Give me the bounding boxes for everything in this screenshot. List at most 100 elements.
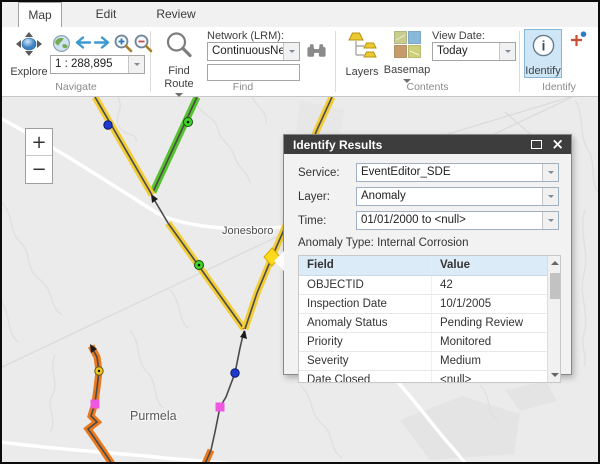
blue-point-marker[interactable] xyxy=(104,121,112,129)
green-point-marker[interactable] xyxy=(184,118,193,127)
scroll-down-icon[interactable] xyxy=(551,373,559,377)
yellow-point-marker[interactable] xyxy=(95,367,103,375)
anomaly-type-value: Internal Corrosion xyxy=(377,237,468,249)
table-row[interactable]: Priority Monitored xyxy=(299,333,547,352)
map-view: Jonesboro Purmela + − Identify Results ×… xyxy=(2,97,598,462)
value-column-header: Value xyxy=(431,256,547,275)
value-cell: 42 xyxy=(431,276,547,294)
network-lrm-label: Network (LRM): xyxy=(207,30,284,42)
popup-header[interactable]: Identify Results × xyxy=(284,135,571,154)
identify-button[interactable]: i Identify xyxy=(524,29,562,78)
group-label-find: Find xyxy=(151,81,335,93)
field-cell: Priority xyxy=(299,333,431,351)
time-label: Time: xyxy=(298,215,356,227)
maximize-icon[interactable] xyxy=(531,140,542,149)
attributes-table: Field Value OBJECTID 42 Inspection Date … xyxy=(298,255,561,383)
forward-arrow-icon[interactable] xyxy=(93,35,113,55)
place-label-purmela: Purmela xyxy=(130,409,177,423)
identify-icon: i xyxy=(531,33,556,63)
ribbon-group-find: Find Route Network (LRM): ContinuousNetw… xyxy=(151,27,335,96)
value-cell: 10/1/2005 xyxy=(431,295,547,313)
service-value: EventEditor_SDE xyxy=(357,164,542,181)
table-scrollbar[interactable] xyxy=(547,256,560,382)
field-column-header: Field xyxy=(299,256,431,275)
find-route-magnifier-icon xyxy=(165,31,193,64)
tab-edit[interactable]: Edit xyxy=(84,2,128,27)
ribbon-group-navigate: Explore xyxy=(2,27,150,96)
layers-button[interactable]: Layers xyxy=(342,30,382,78)
basemap-button[interactable]: Basemap xyxy=(384,31,430,87)
pipeline-green[interactable] xyxy=(153,97,197,192)
ribbon: Explore xyxy=(2,27,598,97)
pink-square-marker[interactable] xyxy=(216,403,225,412)
time-row: Time: 01/01/2000 to <null> xyxy=(298,211,559,230)
green-point-marker[interactable] xyxy=(195,261,204,270)
service-label: Service: xyxy=(298,167,356,179)
event-editor-window: Map Edit Review Explore xyxy=(0,0,600,464)
map-scale-value: 1 : 288,895 xyxy=(51,56,128,73)
time-value: 01/01/2000 to <null> xyxy=(357,212,542,229)
pipeline-orange-south-tip[interactable] xyxy=(205,450,211,462)
value-cell: <null> xyxy=(431,371,547,383)
network-lrm-value: ContinuousNetwork xyxy=(208,43,283,60)
layers-icon xyxy=(347,30,377,65)
identify-results-popup: Identify Results × Service: EventEditor_… xyxy=(283,134,572,375)
layer-value: Anomaly xyxy=(357,188,542,205)
identify-route-location-icon[interactable] xyxy=(568,31,588,51)
map-scale-dropdown-icon[interactable] xyxy=(128,56,144,73)
explore-button[interactable]: Explore xyxy=(8,30,50,78)
scroll-thumb[interactable] xyxy=(550,273,560,299)
anomaly-type-line: Anomaly Type: Internal Corrosion xyxy=(298,237,559,249)
zoom-out-icon[interactable] xyxy=(133,33,153,53)
full-extent-globe-icon[interactable] xyxy=(52,34,72,54)
group-label-contents: Contents xyxy=(336,81,519,93)
service-dropdown-icon[interactable] xyxy=(542,164,558,181)
service-row: Service: EventEditor_SDE xyxy=(298,163,559,182)
zoom-in-icon[interactable] xyxy=(113,33,133,53)
time-combobox[interactable]: 01/01/2000 to <null> xyxy=(356,211,559,230)
view-date-combobox[interactable]: Today xyxy=(432,42,516,61)
map-scale-combobox[interactable]: 1 : 288,895 xyxy=(50,55,145,74)
ribbon-group-identify: i Identify Identify xyxy=(520,27,598,96)
table-row[interactable]: Date Closed <null> xyxy=(299,371,547,383)
ribbon-group-contents: Layers Basemap View Date: Today xyxy=(336,27,519,96)
route-segment-gray[interactable] xyxy=(151,194,168,223)
pink-square-marker[interactable] xyxy=(91,400,100,409)
table-row[interactable]: OBJECTID 42 xyxy=(299,276,547,295)
layer-dropdown-icon[interactable] xyxy=(542,188,558,205)
anomaly-type-label: Anomaly Type: xyxy=(298,237,374,249)
view-date-dropdown-icon[interactable] xyxy=(499,43,515,60)
back-arrow-icon[interactable] xyxy=(73,35,93,55)
blue-point-marker[interactable] xyxy=(231,369,239,377)
scroll-up-icon[interactable] xyxy=(551,261,559,265)
map-zoom-in-button[interactable]: + xyxy=(26,129,52,156)
table-row[interactable]: Severity Medium xyxy=(299,352,547,371)
event-markers[interactable] xyxy=(91,118,281,412)
layer-combobox[interactable]: Anomaly xyxy=(356,187,559,206)
table-header-row: Field Value xyxy=(299,256,547,276)
route-segment-south[interactable] xyxy=(211,330,247,450)
network-lrm-combobox[interactable]: ContinuousNetwork xyxy=(207,42,300,61)
field-cell: Inspection Date xyxy=(299,295,431,313)
value-cell: Medium xyxy=(431,352,547,370)
network-lrm-dropdown-icon[interactable] xyxy=(283,43,299,60)
table-row[interactable]: Anomaly Status Pending Review xyxy=(299,314,547,333)
route-input[interactable] xyxy=(207,64,300,81)
layer-row: Layer: Anomaly xyxy=(298,187,559,206)
tab-map[interactable]: Map xyxy=(18,2,62,27)
close-icon[interactable]: × xyxy=(551,137,564,152)
map-zoom-out-button[interactable]: − xyxy=(26,156,52,183)
group-label-identify: Identify xyxy=(520,81,598,93)
table-row[interactable]: Inspection Date 10/1/2005 xyxy=(299,295,547,314)
view-date-label: View Date: xyxy=(432,30,485,42)
service-combobox[interactable]: EventEditor_SDE xyxy=(356,163,559,182)
ribbon-tab-bar: Map Edit Review xyxy=(2,2,598,27)
binoculars-icon[interactable] xyxy=(306,42,326,62)
place-label-jonesboro: Jonesboro xyxy=(222,225,273,237)
time-dropdown-icon[interactable] xyxy=(542,212,558,229)
field-cell: Date Closed xyxy=(299,371,431,383)
value-cell: Monitored xyxy=(431,333,547,351)
tab-review[interactable]: Review xyxy=(150,2,202,27)
popup-callout-tail xyxy=(274,251,284,271)
map-zoom-control: + − xyxy=(25,128,53,184)
